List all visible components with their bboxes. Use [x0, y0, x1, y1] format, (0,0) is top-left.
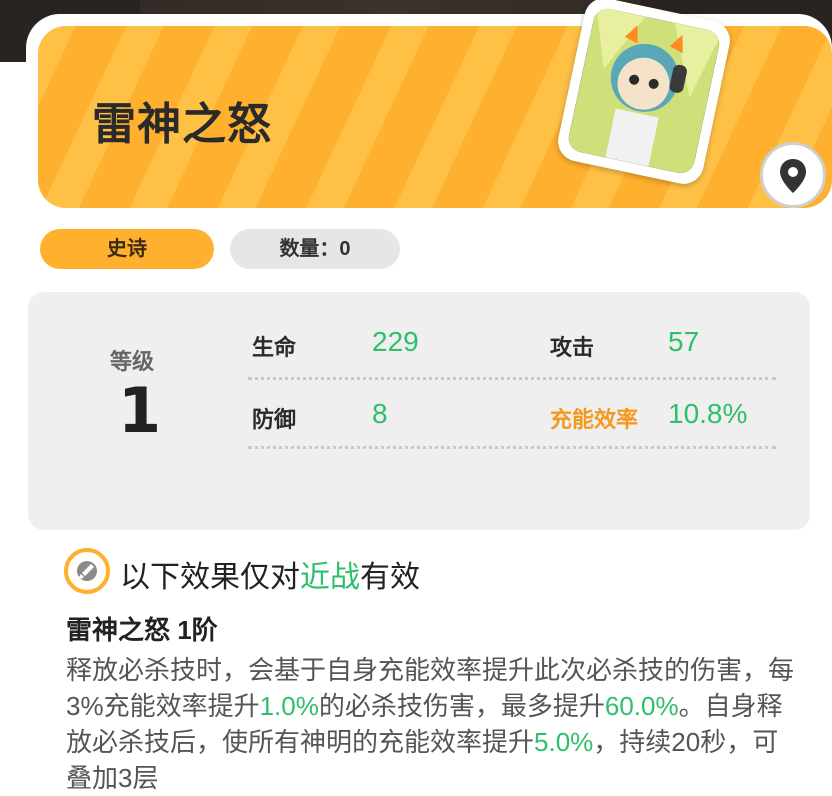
skill-title: 雷神之怒 1阶	[66, 615, 218, 645]
character-portrait-icon	[566, 6, 722, 176]
map-pin-icon	[780, 159, 806, 193]
item-title: 雷神之怒	[92, 99, 272, 150]
sword-icon	[77, 561, 97, 581]
quantity-badge: 数量：0	[230, 229, 400, 269]
divider	[248, 377, 776, 380]
stat-hp-label: 生命	[252, 335, 297, 360]
rarity-badge: 史诗	[40, 229, 214, 269]
stat-atk-value: 57	[668, 326, 700, 357]
stat-def-label: 防御	[252, 407, 297, 432]
melee-badge	[64, 548, 110, 594]
skill-description: 释放必杀技时，会基于自身充能效率提升此次必杀技的伤害，每3%充能效率提升1.0%…	[66, 655, 795, 793]
effect-condition: 以下效果仅对近战有效	[120, 561, 420, 594]
stat-def-value: 8	[372, 398, 388, 429]
stat-energy-value: 10.8%	[668, 398, 748, 429]
level-value: 1	[118, 374, 162, 447]
stat-energy-label: 充能效率	[550, 407, 639, 432]
stat-hp-value: 229	[372, 326, 419, 357]
location-button[interactable]	[760, 142, 826, 208]
stat-atk-label: 攻击	[550, 335, 595, 360]
divider	[248, 446, 776, 449]
level-label: 等级	[110, 349, 155, 374]
